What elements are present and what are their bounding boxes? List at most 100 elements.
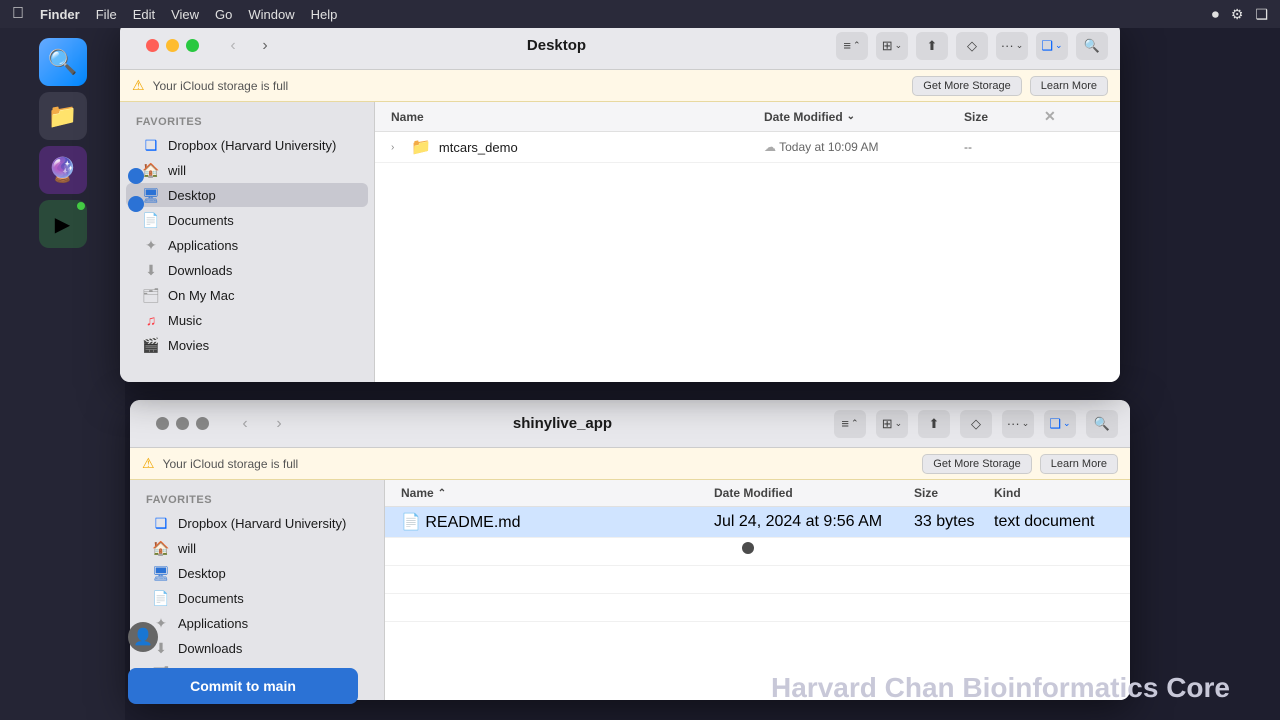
user-avatar[interactable]: 👤 xyxy=(128,622,158,652)
tag-btn-top[interactable]: ◇ xyxy=(956,32,988,60)
get-more-storage-btn-bottom[interactable]: Get More Storage xyxy=(922,454,1031,474)
menubar-finder[interactable]: Finder xyxy=(40,7,80,22)
close-button-bottom[interactable] xyxy=(156,417,169,430)
finder-window-bottom: ‹ › shinylive_app ≡ ⌃ ⊞ ⌄ ⬆ ◇ ··· ⌄ ❑ ⌄ … xyxy=(130,400,1130,700)
menubar:  Finder File Edit View Go Window Help ⏺… xyxy=(0,0,1280,28)
search-btn-top[interactable]: 🔍 xyxy=(1076,32,1108,60)
git-badge-blue-2 xyxy=(128,196,144,212)
finder-title-bottom: shinylive_app xyxy=(301,415,824,432)
dropbox-btn-bottom[interactable]: ❑ ⌄ xyxy=(1044,410,1076,438)
documents-icon-top: 📄 xyxy=(142,211,160,229)
downloads-icon-top: ⬇ xyxy=(142,261,160,279)
col-date-bottom[interactable]: Date Modified xyxy=(714,486,914,500)
maximize-button-bottom[interactable] xyxy=(196,417,209,430)
dock-icon-finder[interactable]: 🔍 xyxy=(39,38,87,86)
empty-row-3 xyxy=(385,594,1130,622)
tag-btn-bottom[interactable]: ◇ xyxy=(960,410,992,438)
more-btn-top[interactable]: ··· ⌄ xyxy=(996,32,1028,60)
col-kind-bottom[interactable]: Kind xyxy=(994,486,1114,500)
grid-view-btn-bottom[interactable]: ⊞ ⌄ xyxy=(876,410,908,438)
sidebar-item-dropbox-bottom[interactable]: ❑ Dropbox (Harvard University) xyxy=(136,511,378,535)
finder-sidebar-bottom: Favorites ❑ Dropbox (Harvard University)… xyxy=(130,480,385,700)
sidebar-item-downloads-top[interactable]: ⬇ Downloads xyxy=(126,258,368,282)
sidebar-label-music-top: Music xyxy=(168,313,202,328)
sidebar-item-downloads-bottom[interactable]: ⬇ Downloads xyxy=(136,636,378,660)
learn-more-btn-bottom[interactable]: Learn More xyxy=(1040,454,1118,474)
minimize-button-bottom[interactable] xyxy=(176,417,189,430)
col-size-top[interactable]: Size xyxy=(964,108,1044,125)
sidebar-label-mac-top: On My Mac xyxy=(168,288,234,303)
commit-to-main-button[interactable]: Commit to main xyxy=(128,668,358,704)
back-button-bottom[interactable]: ‹ xyxy=(233,412,257,436)
sidebar-item-applications-top[interactable]: ✦ Applications xyxy=(126,233,368,257)
sidebar-label-will-bottom: will xyxy=(178,541,196,556)
table-row-mtcars[interactable]: › 📁 mtcars_demo ☁ Today at 10:09 AM -- xyxy=(375,132,1120,163)
traffic-lights-bottom xyxy=(142,417,223,430)
search-btn-bottom[interactable]: 🔍 xyxy=(1086,410,1118,438)
icloud-banner-top: ⚠ Your iCloud storage is full Get More S… xyxy=(120,70,1120,102)
col-date-top[interactable]: Date Modified ⌄ xyxy=(764,108,964,125)
dropbox-toolbar-bottom: ❑ ⌄ xyxy=(1044,410,1076,438)
list-view-btn-bottom[interactable]: ≡ ⌃ xyxy=(834,410,866,438)
sidebar-label-applications-top: Applications xyxy=(168,238,238,253)
sidebar-item-desktop-top[interactable]: 🖥 Desktop xyxy=(126,183,368,207)
dropbox-btn-top[interactable]: ❑ ⌄ xyxy=(1036,32,1068,60)
extensions-icon[interactable]: ⚙ xyxy=(1231,6,1244,23)
maximize-button-top[interactable] xyxy=(186,39,199,52)
row-size-readme: 33 bytes xyxy=(914,513,994,531)
sidebar-section-top: Favorites xyxy=(120,110,374,132)
finder-toolbar-bottom: ‹ › shinylive_app ≡ ⌃ ⊞ ⌄ ⬆ ◇ ··· ⌄ ❑ ⌄ … xyxy=(130,400,1130,448)
menubar-help[interactable]: Help xyxy=(311,7,338,22)
row-date-mtcars: ☁ Today at 10:09 AM xyxy=(764,140,964,154)
record-icon[interactable]: ⏺ xyxy=(1212,6,1219,23)
forward-button-top[interactable]: › xyxy=(253,34,277,58)
menubar-window[interactable]: Window xyxy=(248,7,294,22)
menubar-view[interactable]: View xyxy=(171,7,199,22)
share-btn-top[interactable]: ⬆ xyxy=(916,32,948,60)
icloud-message-bottom: Your iCloud storage is full xyxy=(163,457,299,471)
learn-more-btn-top[interactable]: Learn More xyxy=(1030,76,1108,96)
grid-view-btn-top[interactable]: ⊞ ⌄ xyxy=(876,32,908,60)
sidebar-item-applications-bottom[interactable]: ✦ Applications xyxy=(136,611,378,635)
col-name-bottom[interactable]: Name ⌃ xyxy=(401,486,714,500)
home-icon-top: 🏠 xyxy=(142,161,160,179)
sidebar-item-music-top[interactable]: ♫ Music xyxy=(126,308,368,332)
dock-icon-app3[interactable]: ▶ xyxy=(39,200,87,248)
dock-icon-app2[interactable]: 🔮 xyxy=(39,146,87,194)
col-size-bottom[interactable]: Size xyxy=(914,486,994,500)
col-name-top[interactable]: Name xyxy=(391,108,764,125)
finder-content-bottom: Name ⌃ Date Modified Size Kind 📄 README.… xyxy=(385,480,1130,700)
dropbox-sidebar-icon-top: ❑ xyxy=(142,136,160,154)
back-button-top[interactable]: ‹ xyxy=(221,34,245,58)
sidebar-item-movies-top[interactable]: 🎬 Movies xyxy=(126,333,368,357)
sidebar-label-movies-top: Movies xyxy=(168,338,209,353)
apple-menu-icon[interactable]:  xyxy=(12,5,24,23)
sidebar-label-documents-bottom: Documents xyxy=(178,591,244,606)
sidebar-item-dropbox-top[interactable]: ❑ Dropbox (Harvard University) xyxy=(126,133,368,157)
dropbox-menubar-icon[interactable]: ❑ xyxy=(1255,6,1268,23)
grid-view-group-bottom: ⊞ ⌄ xyxy=(876,410,908,438)
sidebar-item-will-top[interactable]: 🏠 will xyxy=(126,158,368,182)
get-more-storage-btn-top[interactable]: Get More Storage xyxy=(912,76,1021,96)
sidebar-label-desktop-top: Desktop xyxy=(168,188,216,203)
menubar-go[interactable]: Go xyxy=(215,7,232,22)
share-btn-bottom[interactable]: ⬆ xyxy=(918,410,950,438)
expand-arrow-mtcars[interactable]: › xyxy=(391,142,403,153)
menubar-edit[interactable]: Edit xyxy=(133,7,155,22)
warning-icon-top: ⚠ xyxy=(132,77,145,94)
dock-icon-app1[interactable]: 📁 xyxy=(39,92,87,140)
sidebar-item-onmymac-top[interactable]: 🗂 On My Mac xyxy=(126,283,368,307)
table-row-readme[interactable]: 📄 README.md Jul 24, 2024 at 9:56 AM 33 b… xyxy=(385,507,1130,538)
menubar-file[interactable]: File xyxy=(96,7,117,22)
forward-button-bottom[interactable]: › xyxy=(267,412,291,436)
sidebar-item-documents-bottom[interactable]: 📄 Documents xyxy=(136,586,378,610)
sidebar-item-documents-top[interactable]: 📄 Documents xyxy=(126,208,368,232)
list-view-btn-top[interactable]: ≡ ⌃ xyxy=(836,32,868,60)
desktop-icon-top: 🖥 xyxy=(142,186,160,204)
more-btn-bottom[interactable]: ··· ⌄ xyxy=(1002,410,1034,438)
minimize-button-top[interactable] xyxy=(166,39,179,52)
sidebar-item-desktop-bottom[interactable]: 🖥 Desktop xyxy=(136,561,378,585)
close-button-top[interactable] xyxy=(146,39,159,52)
sidebar-item-will-bottom[interactable]: 🏠 will xyxy=(136,536,378,560)
git-status-area xyxy=(128,168,144,184)
